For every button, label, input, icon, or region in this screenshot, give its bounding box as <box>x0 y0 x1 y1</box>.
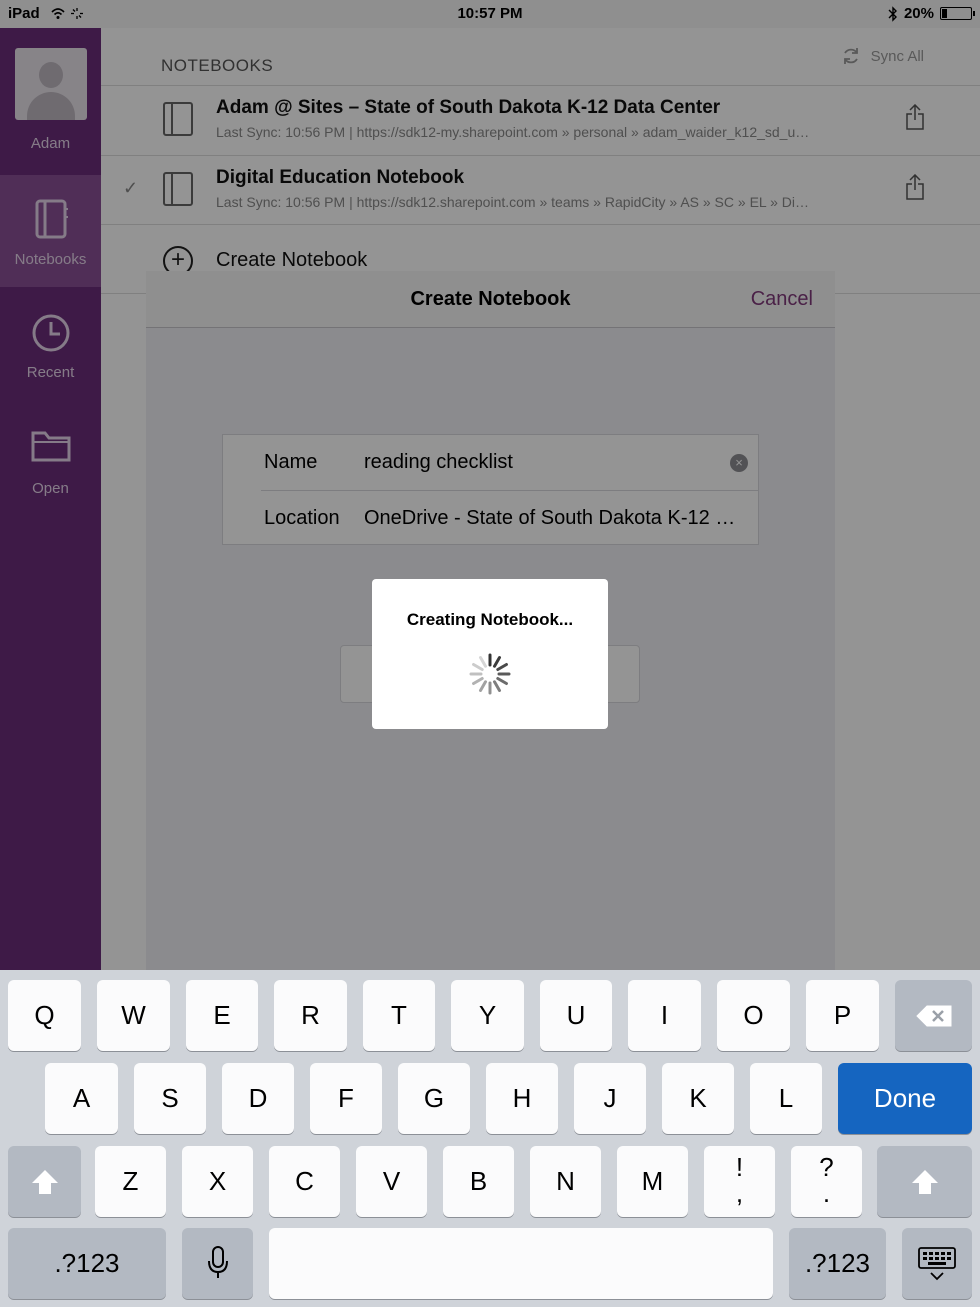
shift-icon <box>912 1170 938 1194</box>
key-k[interactable]: K <box>662 1063 734 1134</box>
space-bar[interactable] <box>269 1228 773 1299</box>
key-p[interactable]: P <box>806 980 879 1051</box>
key-b[interactable]: B <box>443 1146 514 1217</box>
key-z[interactable]: Z <box>95 1146 166 1217</box>
backspace-key[interactable] <box>895 980 972 1051</box>
key-top-char: ! <box>735 1152 744 1182</box>
key-o[interactable]: O <box>717 980 790 1051</box>
key-h[interactable]: H <box>486 1063 558 1134</box>
done-key[interactable]: Done <box>838 1063 972 1134</box>
key-u[interactable]: U <box>540 980 612 1051</box>
key-s[interactable]: S <box>134 1063 206 1134</box>
key-d[interactable]: D <box>222 1063 294 1134</box>
key-n[interactable]: N <box>530 1146 601 1217</box>
key-exclamation-comma[interactable]: ! , <box>704 1146 775 1217</box>
microphone-icon <box>208 1246 228 1278</box>
shift-key-left[interactable] <box>8 1146 81 1217</box>
key-x[interactable]: X <box>182 1146 253 1217</box>
key-bottom-char: . <box>822 1178 831 1208</box>
key-r[interactable]: R <box>274 980 347 1051</box>
key-c[interactable]: C <box>269 1146 340 1217</box>
key-l[interactable]: L <box>750 1063 822 1134</box>
key-m[interactable]: M <box>617 1146 688 1217</box>
spinner-icon <box>469 653 511 695</box>
key-y[interactable]: Y <box>451 980 524 1051</box>
key-v[interactable]: V <box>356 1146 427 1217</box>
key-e[interactable]: E <box>186 980 258 1051</box>
progress-hud: Creating Notebook... <box>372 579 608 729</box>
key-q[interactable]: Q <box>8 980 81 1051</box>
key-bottom-char: , <box>735 1178 744 1208</box>
key-top-char: ? <box>819 1152 834 1182</box>
backspace-icon <box>916 1005 952 1027</box>
key-a[interactable]: A <box>45 1063 118 1134</box>
key-g[interactable]: G <box>398 1063 470 1134</box>
shift-icon <box>32 1170 58 1194</box>
shift-key-right[interactable] <box>877 1146 972 1217</box>
dictation-key[interactable] <box>182 1228 253 1299</box>
key-t[interactable]: T <box>363 980 435 1051</box>
progress-text: Creating Notebook... <box>406 610 574 629</box>
key-w[interactable]: W <box>97 980 170 1051</box>
key-i[interactable]: I <box>628 980 701 1051</box>
numbers-key-right[interactable]: .?123 <box>789 1228 886 1299</box>
onscreen-keyboard: Q W E R T Y U I O P A S D F G H J K L Do… <box>0 970 980 1307</box>
hide-keyboard-key[interactable] <box>902 1228 972 1299</box>
key-j[interactable]: J <box>574 1063 646 1134</box>
key-question-period[interactable]: ? . <box>791 1146 862 1217</box>
key-f[interactable]: F <box>310 1063 382 1134</box>
keyboard-dismiss-icon <box>918 1247 956 1281</box>
numbers-key-left[interactable]: .?123 <box>8 1228 166 1299</box>
